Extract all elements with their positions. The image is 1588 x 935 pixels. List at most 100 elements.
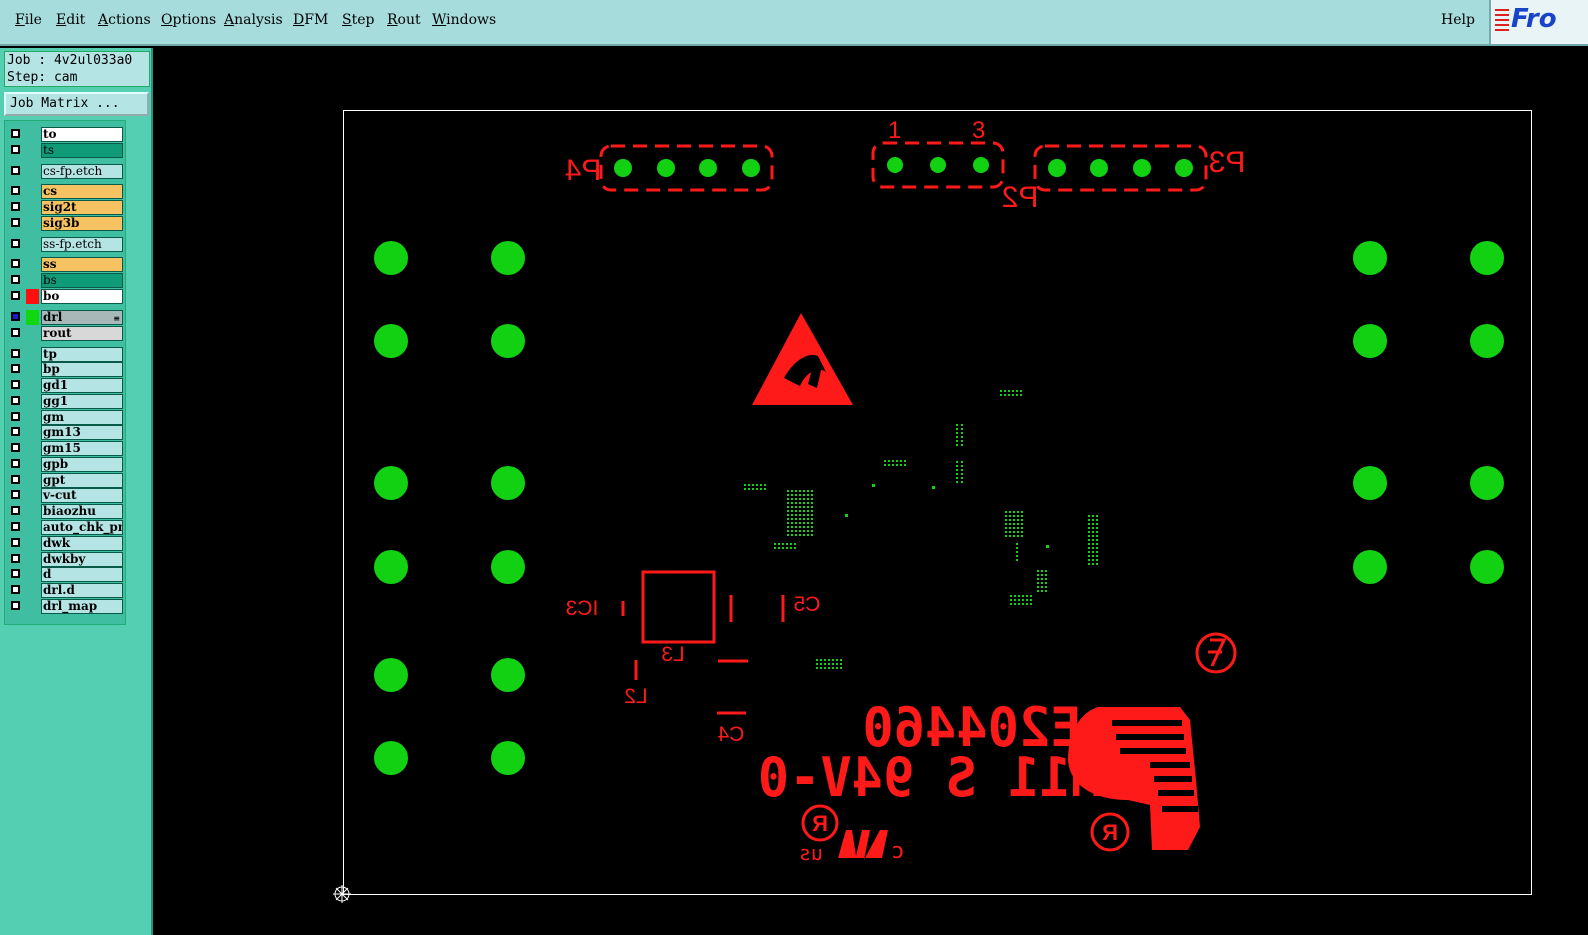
menu-edit[interactable]: Edit <box>56 12 85 28</box>
layer-checkbox[interactable] <box>11 601 20 610</box>
layer-row-dwk[interactable]: dwk <box>8 536 124 551</box>
graphic-canvas[interactable]: P4 1 3 P2 P3 IC3 C5 L3 L2 C4 E204460 M11… <box>155 48 1588 935</box>
layer-checkbox[interactable] <box>11 427 20 436</box>
drag-handle-icon[interactable]: ≡ <box>113 312 120 324</box>
layer-checkbox[interactable] <box>11 585 20 594</box>
layer-row-drl[interactable]: drl ≡ <box>8 310 124 325</box>
layer-row-gm15[interactable]: gm15 <box>8 441 124 456</box>
layer-checkbox[interactable] <box>11 459 20 468</box>
layer-name[interactable]: sig2t <box>41 200 123 215</box>
layer-name[interactable]: ss-fp.etch <box>41 237 123 252</box>
layer-row-drl-map[interactable]: drl_map <box>8 599 124 614</box>
layer-row-auto-chk-pn[interactable]: auto_chk_pn <box>8 520 124 535</box>
layer-row-tp[interactable]: tp <box>8 347 124 362</box>
layer-checkbox[interactable] <box>11 166 20 175</box>
layer-name[interactable]: tp <box>41 347 123 362</box>
menu-options[interactable]: Options <box>161 12 216 28</box>
layer-row-rout[interactable]: rout <box>8 326 124 341</box>
menu-windows[interactable]: Windows <box>432 12 496 28</box>
layer-checkbox[interactable] <box>11 312 20 321</box>
layer-row-bs[interactable]: bs <box>8 273 124 288</box>
layer-name[interactable]: rout <box>41 326 123 341</box>
layer-checkbox[interactable] <box>11 218 20 227</box>
layer-checkbox[interactable] <box>11 506 20 515</box>
layer-name[interactable]: gg1 <box>41 394 123 409</box>
layer-checkbox[interactable] <box>11 443 20 452</box>
layer-row-ss-fp-etch[interactable]: ss-fp.etch <box>8 237 124 252</box>
layer-row-bp[interactable]: bp <box>8 362 124 377</box>
menu-file[interactable]: File <box>15 12 42 28</box>
layer-checkbox[interactable] <box>11 522 20 531</box>
layer-name[interactable]: ss <box>41 257 123 272</box>
layer-name[interactable]: sig3b <box>41 216 123 231</box>
layer-checkbox[interactable] <box>11 412 20 421</box>
job-matrix-button[interactable]: Job Matrix ... <box>4 92 149 116</box>
layer-name[interactable]: ts <box>41 143 123 158</box>
layer-row-gm[interactable]: gm <box>8 410 124 425</box>
layer-name[interactable]: bo <box>41 289 123 304</box>
layer-checkbox[interactable] <box>11 396 20 405</box>
layer-name[interactable]: gd1 <box>41 378 123 393</box>
layer-name[interactable]: drl ≡ <box>41 310 123 325</box>
layer-row-gm13[interactable]: gm13 <box>8 425 124 440</box>
layer-name[interactable]: gpb <box>41 457 123 472</box>
layer-checkbox[interactable] <box>11 538 20 547</box>
layer-name[interactable]: dwk <box>41 536 123 551</box>
menu-analysis[interactable]: Analysis <box>224 12 283 28</box>
layer-checkbox[interactable] <box>11 275 20 284</box>
layer-row-cs-fp-etch[interactable]: cs-fp.etch <box>8 164 124 179</box>
layer-color-swatch[interactable] <box>26 289 39 304</box>
layer-name[interactable]: bp <box>41 362 123 377</box>
layer-name[interactable]: dwkby <box>41 552 123 567</box>
layer-name[interactable]: cs-fp.etch <box>41 164 123 179</box>
layer-row-ts[interactable]: ts <box>8 143 124 158</box>
layer-row-biaozhu[interactable]: biaozhu <box>8 504 124 519</box>
layer-row-gpb[interactable]: gpb <box>8 457 124 472</box>
layer-name[interactable]: gm <box>41 410 123 425</box>
layer-checkbox[interactable] <box>11 291 20 300</box>
menu-rout[interactable]: Rout <box>387 12 421 28</box>
layer-row-to[interactable]: to <box>8 127 124 142</box>
layer-checkbox[interactable] <box>11 380 20 389</box>
menu-actions[interactable]: Actions <box>98 12 151 28</box>
layer-checkbox[interactable] <box>11 554 20 563</box>
layer-checkbox[interactable] <box>11 145 20 154</box>
layer-name[interactable]: d <box>41 567 123 582</box>
layer-name[interactable]: gm13 <box>41 425 123 440</box>
layer-name[interactable]: v-cut <box>41 488 123 503</box>
layer-checkbox[interactable] <box>11 569 20 578</box>
layer-checkbox[interactable] <box>11 259 20 268</box>
layer-checkbox[interactable] <box>11 239 20 248</box>
layer-checkbox[interactable] <box>11 475 20 484</box>
layer-row-gpt[interactable]: gpt <box>8 473 124 488</box>
layer-row-d[interactable]: d <box>8 567 124 582</box>
layer-row-dwkby[interactable]: dwkby <box>8 552 124 567</box>
layer-checkbox[interactable] <box>11 328 20 337</box>
layer-checkbox[interactable] <box>11 186 20 195</box>
layer-name[interactable]: auto_chk_pn <box>41 520 123 535</box>
layer-checkbox[interactable] <box>11 129 20 138</box>
menu-step[interactable]: Step <box>342 12 374 28</box>
layer-row-ss[interactable]: ss <box>8 257 124 272</box>
layer-row-cs[interactable]: cs <box>8 184 124 199</box>
layer-color-swatch[interactable] <box>26 310 39 325</box>
layer-name[interactable]: gpt <box>41 473 123 488</box>
layer-name[interactable]: drl_map <box>41 599 123 614</box>
layer-name[interactable]: to <box>41 127 123 142</box>
layer-name[interactable]: cs <box>41 184 123 199</box>
layer-row-v-cut[interactable]: v-cut <box>8 488 124 503</box>
layer-name[interactable]: gm15 <box>41 441 123 456</box>
layer-name[interactable]: bs <box>41 273 123 288</box>
layer-row-bo[interactable]: bo <box>8 289 124 304</box>
layer-checkbox[interactable] <box>11 349 20 358</box>
layer-name[interactable]: biaozhu <box>41 504 123 519</box>
layer-row-drl-d[interactable]: drl.d <box>8 583 124 598</box>
layer-row-sig2t[interactable]: sig2t <box>8 200 124 215</box>
layer-row-gd1[interactable]: gd1 <box>8 378 124 393</box>
layer-name[interactable]: drl.d <box>41 583 123 598</box>
layer-checkbox[interactable] <box>11 490 20 499</box>
menu-help[interactable]: Help <box>1441 12 1475 28</box>
menu-dfm[interactable]: DFM <box>293 12 328 28</box>
layer-row-sig3b[interactable]: sig3b <box>8 216 124 231</box>
layer-checkbox[interactable] <box>11 364 20 373</box>
